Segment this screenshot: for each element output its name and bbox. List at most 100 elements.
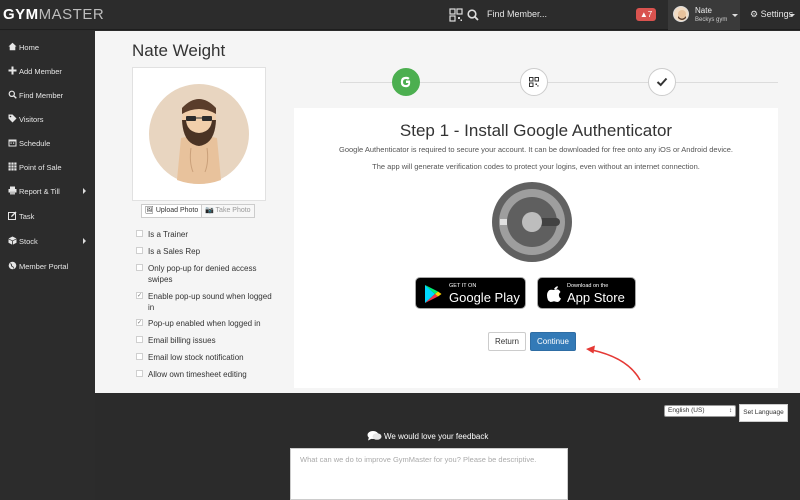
logo-master-text: MASTER <box>38 6 105 23</box>
sidebar-item-task[interactable]: Task <box>0 204 95 228</box>
sidebar-item-label: Task <box>19 212 35 221</box>
checkbox[interactable] <box>136 353 143 360</box>
checkbox[interactable] <box>136 336 143 343</box>
sidebar-item-label: Point of Sale <box>19 163 62 172</box>
home-icon <box>8 42 17 51</box>
checkbox[interactable] <box>136 370 143 377</box>
chevron-right-icon <box>83 238 86 244</box>
sidebar-item-label: Stock <box>19 237 38 246</box>
search-icon <box>8 90 17 99</box>
option-label: Allow own timesheet editing <box>148 370 247 379</box>
feedback-textarea[interactable]: What can we do to improve GymMaster for … <box>290 448 568 500</box>
google-play-big-text: Google Play <box>449 290 520 305</box>
qrcode-icon <box>529 77 539 87</box>
find-member-input[interactable]: Find Member... <box>487 9 547 19</box>
app-store-small-text: Download on the <box>567 283 609 289</box>
sidebar-item-add-member[interactable]: Add Member <box>0 59 95 83</box>
sidebar-item-visitors[interactable]: Visitors <box>0 107 95 131</box>
grid-icon <box>8 162 17 171</box>
calendar-icon <box>8 139 17 147</box>
step-title: Step 1 - Install Google Authenticator <box>399 121 673 140</box>
tag-icon <box>8 114 17 123</box>
sidebar-item-schedule[interactable]: Schedule <box>0 131 95 155</box>
user-menu[interactable]: Nate Beckys gym <box>668 0 740 30</box>
option-label: Pop-up enabled when logged in <box>148 319 261 328</box>
option-label: Email billing issues <box>148 336 216 345</box>
step-3-indicator <box>648 68 676 96</box>
sidebar-item-label: Schedule <box>19 139 51 148</box>
checkbox[interactable] <box>136 247 143 254</box>
continue-button[interactable]: Continue <box>530 332 576 351</box>
qrcode-icon[interactable] <box>449 8 463 22</box>
user-gym: Beckys gym <box>695 17 728 23</box>
settings-menu[interactable]: ⚙ Settings <box>750 9 793 20</box>
step-2-indicator <box>520 68 548 96</box>
avatar-icon <box>678 10 686 20</box>
upload-photo-label: Upload Photo <box>155 207 199 214</box>
bell-icon: ▲ <box>639 10 648 19</box>
logo-gym-text: GYM <box>3 6 39 23</box>
main-content: Nate Weight 🖼 Upload Photo 📷 Take Photo … <box>95 31 800 393</box>
option-label: Email low stock notification <box>148 353 244 362</box>
alert-count: 7 <box>647 10 653 19</box>
language-value: English (US) <box>668 407 705 414</box>
checkbox-checked[interactable]: ✓ <box>136 292 143 299</box>
sidebar-item-report-till[interactable]: Report & Till <box>0 179 95 203</box>
sidebar-item-label: Add Member <box>19 67 62 76</box>
apple-icon <box>547 286 561 302</box>
upload-photo-button[interactable]: 🖼 Upload Photo <box>141 204 203 218</box>
select-arrows-icon: ↕ <box>729 408 732 414</box>
sidebar-item-label: Home <box>19 43 40 52</box>
checkbox[interactable] <box>136 264 143 271</box>
top-bar: GYMMASTER Find Member... ▲7 Nate Beckys … <box>0 0 800 30</box>
member-avatar-image <box>149 84 249 184</box>
chevron-right-icon <box>83 188 86 194</box>
box-icon <box>8 236 17 245</box>
sidebar-item-label: Find Member <box>19 91 64 100</box>
checkbox-checked[interactable]: ✓ <box>136 319 143 326</box>
set-language-button[interactable]: Set Language <box>739 404 788 422</box>
page-title: Nate Weight <box>132 41 226 60</box>
step-description: Google Authenticator is required to secu… <box>339 145 733 154</box>
notifications-badge[interactable]: ▲7 <box>636 8 656 21</box>
sidebar-item-label: Member Portal <box>19 262 69 271</box>
google-play-icon <box>425 285 442 303</box>
search-icon[interactable] <box>466 8 480 22</box>
globe-icon <box>8 261 17 270</box>
option-label: Enable pop-up sound when logged in <box>148 292 272 312</box>
gymmaster-logo[interactable]: GYMMASTER <box>3 6 104 23</box>
sidebar-item-point-of-sale[interactable]: Point of Sale <box>0 155 95 179</box>
chevron-down-icon <box>732 14 738 17</box>
app-store-button[interactable]: Download on the App Store <box>537 277 636 309</box>
google-play-small-text: GET IT ON <box>449 283 477 289</box>
sidebar-item-stock[interactable]: Stock <box>0 229 95 253</box>
chevron-down-icon <box>789 14 795 17</box>
return-button[interactable]: Return <box>488 332 526 351</box>
sidebar-item-member-portal[interactable]: Member Portal <box>0 254 95 278</box>
feedback-title: We would love your feedback <box>384 432 489 441</box>
edit-icon <box>8 211 17 220</box>
user-name: Nate <box>695 6 712 15</box>
sidebar-item-home[interactable]: Home <box>0 35 95 59</box>
app-store-big-text: App Store <box>567 290 625 305</box>
take-photo-label: Take Photo <box>215 207 251 214</box>
step-1-indicator <box>392 68 420 96</box>
option-label: Is a Trainer <box>148 230 189 239</box>
sidebar-item-find-member[interactable]: Find Member <box>0 83 95 107</box>
printer-icon <box>8 186 17 195</box>
annotation-arrow <box>586 345 641 381</box>
step-panel: Step 1 - Install Google Authenticator Go… <box>294 108 778 388</box>
language-select[interactable]: English (US) ↕ <box>664 405 736 417</box>
option-label: Is a Sales Rep <box>148 247 201 256</box>
plus-icon <box>8 66 17 75</box>
sidebar-item-label: Visitors <box>19 115 44 124</box>
sidebar-item-label: Report & Till <box>19 187 60 196</box>
step-description-2: The app will generate verification codes… <box>372 162 700 171</box>
checkbox[interactable] <box>136 230 143 237</box>
google-icon <box>400 76 411 88</box>
take-photo-button[interactable]: 📷 Take Photo <box>201 204 255 218</box>
google-play-button[interactable]: GET IT ON Google Play <box>415 277 526 309</box>
gear-icon: ⚙ <box>750 9 759 19</box>
sidebar: Home Add Member Find Member Visitors Sch… <box>0 31 95 500</box>
google-authenticator-icon <box>492 182 572 262</box>
